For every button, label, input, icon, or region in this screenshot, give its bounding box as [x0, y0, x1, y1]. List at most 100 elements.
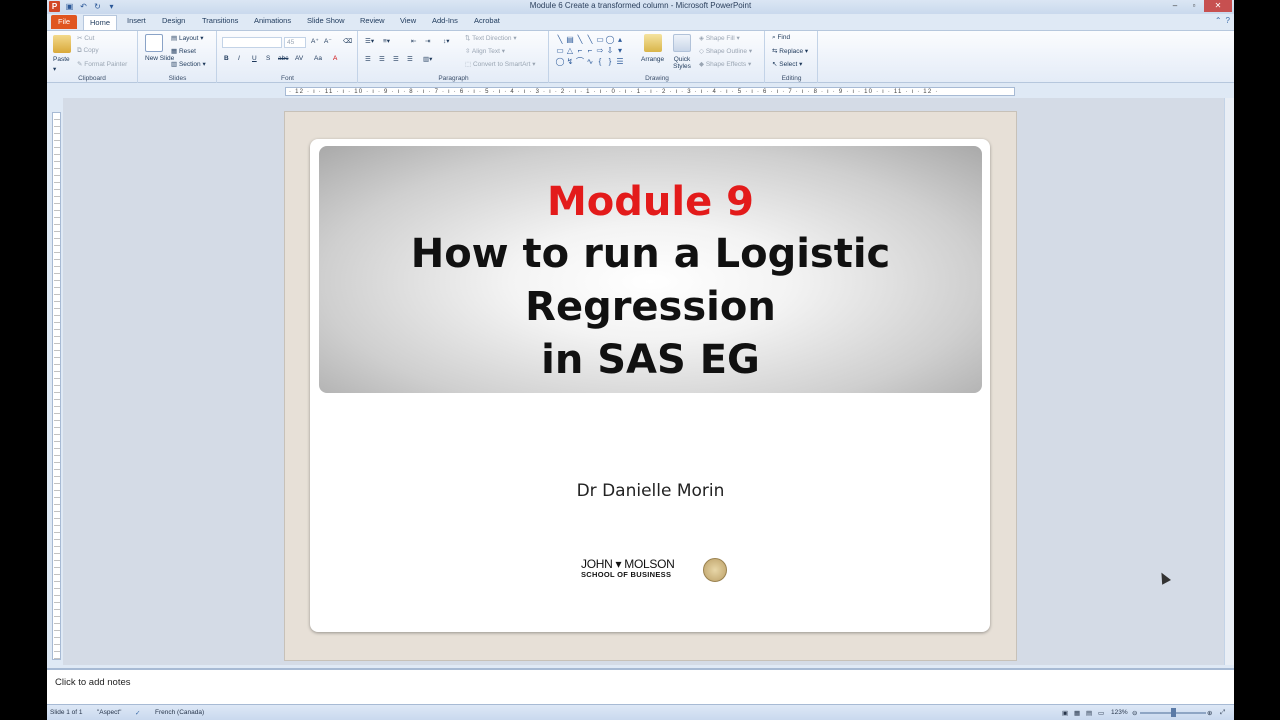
tab-view[interactable]: View [400, 16, 416, 25]
copy-button[interactable]: ⧉ Copy [77, 47, 99, 55]
triangle-shape-icon[interactable]: △ [565, 45, 575, 56]
tab-animations[interactable]: Animations [254, 16, 291, 25]
theme-name[interactable]: "Aspect" [97, 709, 122, 716]
slide-sorter-icon[interactable]: ▦ [1074, 709, 1080, 717]
arrow-shape-icon[interactable]: ⇩ [605, 45, 615, 56]
font-name-combobox[interactable] [222, 37, 282, 48]
arrow-shape-icon[interactable]: ⇨ [595, 45, 605, 56]
align-left-icon[interactable]: ☰ [365, 55, 371, 63]
tab-review[interactable]: Review [360, 16, 385, 25]
help-icon[interactable]: ? [1226, 16, 1230, 25]
character-spacing-button[interactable]: AV [295, 55, 303, 62]
tab-slide-show[interactable]: Slide Show [307, 16, 345, 25]
collapse-ribbon-icon[interactable]: ⌃ [1215, 16, 1222, 25]
maximize-icon[interactable]: ▫ [1185, 0, 1203, 12]
vertical-scrollbar[interactable] [1224, 98, 1234, 665]
paste-button[interactable]: Paste [53, 56, 70, 63]
tab-home[interactable]: Home [83, 15, 117, 30]
tab-file[interactable]: File [51, 15, 77, 29]
new-slide-button[interactable]: New Slide [145, 55, 174, 62]
bullets-icon[interactable]: ☰▾ [365, 37, 374, 45]
zoom-slider-thumb[interactable] [1171, 708, 1176, 717]
tab-design[interactable]: Design [162, 16, 185, 25]
textbox-shape-icon[interactable]: ▤ [565, 34, 575, 45]
grow-font-icon[interactable]: A⁺ [311, 37, 319, 45]
underline-button[interactable]: U [252, 55, 257, 62]
slideshow-view-icon[interactable]: ▭ [1098, 709, 1104, 717]
replace-button[interactable]: ⇆ Replace ▾ [772, 47, 808, 55]
quick-styles-button[interactable]: Quick Styles [671, 56, 693, 70]
select-button[interactable]: ↖ Select ▾ [772, 60, 802, 68]
shape-fill-button[interactable]: ◈ Shape Fill ▾ [699, 34, 740, 42]
font-size-combobox[interactable]: 45 [284, 37, 306, 48]
horizontal-ruler[interactable]: · 12 · ı · 11 · ı · 10 · ı · 9 · ı · 8 ·… [285, 87, 1015, 96]
strikethrough-button[interactable]: abc [278, 55, 288, 62]
italic-button[interactable]: I [238, 55, 240, 62]
align-right-icon[interactable]: ☰ [393, 55, 399, 63]
arrange-icon[interactable] [644, 34, 662, 52]
notes-placeholder[interactable]: Click to add notes [55, 677, 131, 688]
oval-shape-icon[interactable]: ◯ [605, 34, 615, 45]
curve-shape-icon[interactable]: ⌒ [575, 56, 585, 67]
slide-title[interactable]: Module 9 How to run a Logistic Regressio… [319, 176, 982, 387]
shrink-font-icon[interactable]: A⁻ [324, 37, 332, 45]
numbering-icon[interactable]: ≡▾ [383, 37, 390, 45]
tab-transitions[interactable]: Transitions [202, 16, 238, 25]
rectangle-shape-icon[interactable]: ▭ [555, 45, 565, 56]
align-center-icon[interactable]: ☰ [379, 55, 385, 63]
more-shapes-icon[interactable]: ☰ [615, 56, 625, 67]
oval-shape-icon[interactable]: ◯ [555, 56, 565, 67]
quick-styles-icon[interactable] [673, 34, 691, 52]
shapes-gallery[interactable]: ╲ ▤ ╲ ╲ ▭ ◯ ▴ ▭ △ ⌐ ⌐ ⇨ ⇩ ▾ ◯ ↯ ⌒ ∿{} ☰ [555, 34, 629, 70]
zoom-level[interactable]: 123% [1111, 709, 1128, 716]
section-button[interactable]: ▥ Section ▾ [171, 60, 206, 68]
decrease-indent-icon[interactable]: ⇤ [411, 37, 416, 45]
cut-button[interactable]: ✂ Cut [77, 34, 94, 42]
tab-add-ins[interactable]: Add-Ins [432, 16, 458, 25]
line-shape-icon[interactable]: ╲ [575, 34, 585, 45]
brace-shape-icon[interactable]: { [595, 56, 605, 67]
zoom-out-icon[interactable]: ⊖ [1132, 709, 1137, 717]
align-text-button[interactable]: ⇳ Align Text ▾ [465, 47, 505, 55]
format-painter-button[interactable]: ✎ Format Painter [77, 60, 127, 68]
close-icon[interactable]: ✕ [1204, 0, 1232, 12]
tab-acrobat[interactable]: Acrobat [474, 16, 500, 25]
reset-button[interactable]: ▦ Reset [171, 47, 196, 55]
columns-icon[interactable]: ▥▾ [423, 55, 432, 63]
line-spacing-icon[interactable]: ↕▾ [443, 37, 450, 45]
curve-shape-icon[interactable]: ∿ [585, 56, 595, 67]
zoom-in-icon[interactable]: ⊕ [1207, 709, 1212, 717]
shadow-button[interactable]: S [266, 55, 270, 62]
spell-check-icon[interactable]: ✓ [135, 709, 140, 717]
slide-subtitle[interactable]: Dr Danielle Morin [319, 481, 982, 501]
language[interactable]: French (Canada) [155, 709, 204, 716]
connector-shape-icon[interactable]: ⌐ [575, 45, 585, 56]
convert-smartart-button[interactable]: ⬚ Convert to SmartArt ▾ [465, 60, 535, 68]
change-case-button[interactable]: Aa [314, 55, 322, 62]
brace-shape-icon[interactable]: } [605, 56, 615, 67]
shape-effects-button[interactable]: ◆ Shape Effects ▾ [699, 60, 751, 68]
rectangle-shape-icon[interactable]: ▭ [595, 34, 605, 45]
paste-icon[interactable] [53, 35, 71, 53]
arrange-button[interactable]: Arrange [641, 56, 664, 63]
curve-shape-icon[interactable]: ↯ [565, 56, 575, 67]
notes-pane[interactable]: Click to add notes [47, 668, 1234, 704]
scroll-up-icon[interactable]: ▴ [615, 34, 625, 45]
font-color-button[interactable]: A [333, 55, 337, 62]
bold-button[interactable]: B [224, 55, 229, 62]
increase-indent-icon[interactable]: ⇥ [425, 37, 430, 45]
line-shape-icon[interactable]: ╲ [585, 34, 595, 45]
vertical-ruler[interactable] [52, 112, 61, 660]
text-direction-button[interactable]: ⇅ Text Direction ▾ [465, 34, 517, 42]
find-button[interactable]: ⌕ Find [772, 34, 790, 42]
paste-dropdown-icon[interactable]: ▾ [53, 65, 56, 73]
scroll-down-icon[interactable]: ▾ [615, 45, 625, 56]
fit-to-window-icon[interactable]: ⤢ [1220, 709, 1225, 717]
reading-view-icon[interactable]: ▤ [1086, 709, 1092, 717]
line-shape-icon[interactable]: ╲ [555, 34, 565, 45]
connector-shape-icon[interactable]: ⌐ [585, 45, 595, 56]
shape-outline-button[interactable]: ◇ Shape Outline ▾ [699, 47, 752, 55]
tab-insert[interactable]: Insert [127, 16, 146, 25]
clear-formatting-icon[interactable]: ⌫ [343, 37, 352, 45]
minimize-icon[interactable]: – [1166, 0, 1184, 12]
